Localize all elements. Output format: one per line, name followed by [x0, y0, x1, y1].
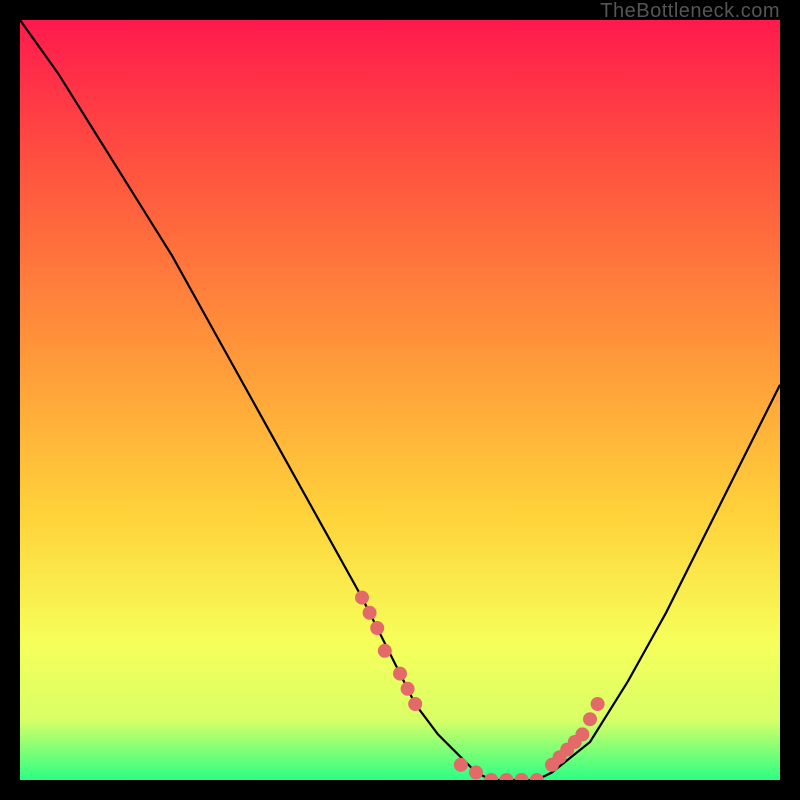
dot-left	[370, 621, 384, 635]
dot-left	[355, 591, 369, 605]
dot-right	[583, 712, 597, 726]
dot-right	[575, 727, 589, 741]
chart-outer-frame: TheBottleneck.com	[0, 0, 800, 800]
gradient-background	[20, 20, 780, 780]
dot-left	[401, 682, 415, 696]
dot-left	[363, 606, 377, 620]
dot-floor	[454, 758, 468, 772]
dot-left	[408, 697, 422, 711]
chart-svg	[20, 20, 780, 780]
dot-floor	[469, 765, 483, 779]
dot-right	[591, 697, 605, 711]
dot-left	[393, 667, 407, 681]
plot-area	[20, 20, 780, 780]
dot-left	[378, 644, 392, 658]
